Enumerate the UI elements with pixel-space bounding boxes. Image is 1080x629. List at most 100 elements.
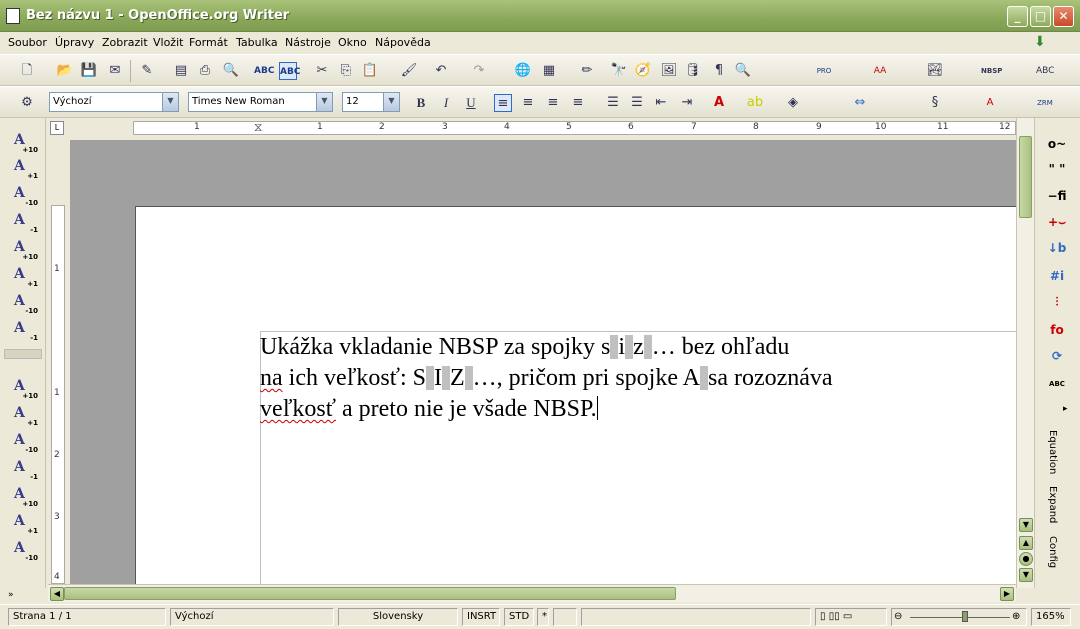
menu-vlozit[interactable]: Vložit: [153, 36, 183, 49]
document-text[interactable]: Ukážka vkladanie NBSP za spojky s i z … bez…: [260, 332, 833, 425]
page-style-indicator[interactable]: Výchozí: [170, 608, 334, 626]
navigator-icon[interactable]: 🧭: [634, 62, 652, 80]
vertical-scrollbar[interactable]: ▼ ▲ ● ▼: [1016, 118, 1034, 588]
config-tab[interactable]: Config: [1047, 536, 1058, 568]
zoom-track[interactable]: [910, 617, 1010, 618]
download-update-icon[interactable]: ⬇: [1034, 34, 1052, 50]
menu-format[interactable]: Formát: [189, 36, 228, 49]
expand-tab[interactable]: Expand: [1047, 486, 1058, 523]
font-color-icon[interactable]: A: [710, 94, 728, 112]
undo-icon[interactable]: ↶: [432, 62, 450, 80]
nbsp-icon[interactable]: NBSP: [981, 62, 1002, 80]
decrease-indent-icon[interactable]: ⇤: [652, 94, 670, 112]
next-page-icon[interactable]: ▼: [1019, 568, 1033, 582]
menu-soubor[interactable]: Soubor: [8, 36, 47, 49]
abc-icon[interactable]: ABC: [1045, 374, 1069, 394]
table-icon[interactable]: ▦: [540, 62, 558, 80]
export-pdf-icon[interactable]: ▤: [172, 62, 190, 80]
find-replace-icon[interactable]: 🔭: [610, 62, 628, 80]
font-size-select[interactable]: 12 ▼: [342, 92, 400, 112]
book-view-icon[interactable]: ▭: [843, 611, 852, 622]
cut-icon[interactable]: ✂: [313, 62, 331, 80]
bold-icon[interactable]: B: [412, 94, 430, 112]
horizontal-ruler[interactable]: L 1 1 2 3 4 5 6 7 8 9 10 11 12 ⧖: [48, 118, 1016, 138]
font-shrink-1-icon[interactable]: A -1: [14, 320, 38, 342]
page-indicator[interactable]: Strana 1 / 1: [8, 608, 166, 626]
single-page-view-icon[interactable]: ▯: [820, 611, 826, 622]
autospellcheck-icon[interactable]: ABC: [279, 62, 300, 80]
font-shrink-10-icon[interactable]: A -10: [14, 185, 38, 207]
navigation-icon[interactable]: ●: [1019, 552, 1033, 566]
align-columns-icon[interactable]: ⫶: [1045, 292, 1069, 312]
menu-nastroje[interactable]: Nástroje: [285, 36, 331, 49]
increase-indent-icon[interactable]: ⇥: [678, 94, 696, 112]
character-case-icon[interactable]: A: [981, 94, 999, 112]
font-grow-1-icon[interactable]: A +1: [14, 513, 38, 535]
zoom-icon[interactable]: 🔍: [734, 62, 752, 80]
edit-file-icon[interactable]: ✎: [138, 62, 156, 80]
hyperlink-icon[interactable]: 🌐: [514, 62, 532, 80]
previous-page-icon[interactable]: ▲: [1019, 536, 1033, 550]
font-grow-1-icon[interactable]: A +1: [14, 266, 38, 288]
email-icon[interactable]: ✉: [106, 62, 124, 80]
join-icon[interactable]: +⌣: [1045, 212, 1069, 232]
font-shrink-1-icon[interactable]: A -1: [14, 212, 38, 234]
copy-icon[interactable]: ⎘: [337, 62, 355, 80]
scrollbar-thumb[interactable]: [64, 587, 676, 600]
refresh-icon[interactable]: ⟳: [1045, 346, 1069, 366]
format-paintbrush-icon[interactable]: 🖌: [400, 62, 418, 80]
zoom-handle[interactable]: [962, 611, 968, 622]
paste-icon[interactable]: 📋: [361, 62, 379, 80]
writer-app-icon[interactable]: [6, 8, 20, 24]
maximize-button[interactable]: □: [1030, 6, 1051, 27]
redo-icon[interactable]: ↷: [470, 62, 488, 80]
paragraph-settings-icon[interactable]: §: [926, 94, 944, 112]
zoom-in-icon[interactable]: ⊕: [1012, 609, 1020, 625]
align-left-icon[interactable]: ≡: [494, 94, 512, 112]
tab-stop-type-icon[interactable]: L: [50, 121, 64, 135]
spellcheck-icon[interactable]: ABC: [254, 62, 274, 80]
quotes-icon[interactable]: " ": [1045, 159, 1069, 179]
font-grow-10-icon[interactable]: A +10: [14, 132, 38, 154]
font-name-select[interactable]: Times New Roman ▼: [188, 92, 333, 112]
image-icon[interactable]: 🏞: [926, 62, 944, 80]
zoom-slider[interactable]: ⊖ ⊕: [891, 608, 1027, 626]
font-grow-10-icon[interactable]: A +10: [14, 486, 38, 508]
language-indicator[interactable]: Slovensky: [338, 608, 458, 626]
background-color-icon[interactable]: ◈: [784, 94, 802, 112]
open-folder-icon[interactable]: 📂: [56, 62, 74, 80]
text-direction-icon[interactable]: ⇔: [851, 94, 869, 112]
horizontal-scrollbar[interactable]: ◀ ▶: [48, 584, 1016, 602]
font-shrink-1-icon[interactable]: A -1: [14, 459, 38, 481]
selection-mode-indicator[interactable]: STD: [504, 608, 534, 626]
degree-icon[interactable]: o~: [1045, 134, 1069, 154]
justify-icon[interactable]: ≡: [569, 94, 587, 112]
scrollbar-thumb[interactable]: [1019, 136, 1032, 218]
draw-functions-icon[interactable]: ✏: [578, 62, 596, 80]
ligature-icon[interactable]: −fi: [1045, 186, 1069, 206]
formatting-marks-icon[interactable]: ¶: [710, 62, 728, 80]
close-button[interactable]: ✕: [1053, 6, 1074, 27]
case-icon[interactable]: AA: [871, 62, 889, 80]
menu-upravy[interactable]: Úpravy: [55, 36, 94, 49]
font-grow-10-icon[interactable]: A +10: [14, 239, 38, 261]
menu-napoveda[interactable]: Nápověda: [375, 36, 431, 49]
gallery-icon[interactable]: 🖼: [660, 62, 678, 80]
scroll-down-icon[interactable]: ▼: [1019, 518, 1033, 532]
bullets-icon[interactable]: ☰: [628, 94, 646, 112]
data-sources-icon[interactable]: 🛢: [684, 62, 702, 80]
numbering-icon[interactable]: ☰: [604, 94, 622, 112]
print-icon[interactable]: ⎙: [196, 62, 214, 80]
menu-zobrazit[interactable]: Zobrazit: [102, 36, 148, 49]
indent-marker-icon[interactable]: ⧖: [254, 120, 262, 135]
scroll-right-icon[interactable]: ▶: [1000, 587, 1014, 601]
font-grow-10-icon[interactable]: A +10: [14, 378, 38, 400]
function-icon[interactable]: fo: [1045, 320, 1069, 340]
italic-icon[interactable]: I: [437, 94, 455, 112]
chevron-down-icon[interactable]: ▼: [383, 93, 399, 111]
chevron-down-icon[interactable]: ▼: [316, 93, 332, 111]
font-grow-1-icon[interactable]: A +1: [14, 405, 38, 427]
font-shrink-10-icon[interactable]: A -10: [14, 540, 38, 562]
menu-tabulka[interactable]: Tabulka: [236, 36, 278, 49]
chevron-down-icon[interactable]: ▼: [162, 93, 178, 111]
